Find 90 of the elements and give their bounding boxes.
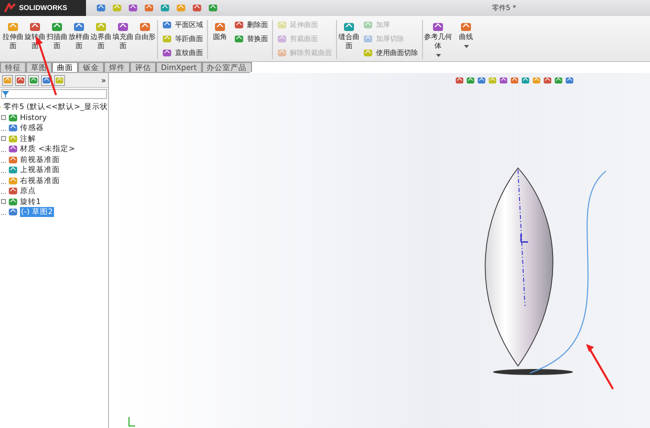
view-tool-icon [521, 76, 530, 85]
view-tool-button[interactable] [554, 76, 563, 85]
toolbar-icon [144, 3, 154, 13]
panel-tab-icon [55, 76, 64, 84]
tool-icon [51, 21, 63, 33]
feature-icon [8, 112, 18, 123]
tool-icon [162, 48, 172, 58]
tool-icon [139, 21, 151, 33]
toolbar-button[interactable] [128, 3, 138, 13]
toolbar-icon [176, 3, 186, 13]
annotation-arrow [585, 343, 615, 391]
view-tool-icon [565, 76, 574, 85]
toolbar-icon [192, 3, 202, 13]
tool-icon [277, 34, 287, 44]
logo-icon [4, 3, 16, 13]
feature-icon [8, 154, 18, 165]
panel-tab[interactable] [2, 74, 13, 86]
view-tool-button[interactable] [455, 76, 464, 85]
panel-tab-icon [42, 76, 51, 84]
view-tool-button[interactable] [510, 76, 519, 85]
panel-tab-icon [16, 76, 25, 84]
tool-icon [363, 48, 373, 58]
filter-field[interactable] [1, 89, 107, 99]
toolbar-icon [112, 3, 122, 13]
feature-icon [8, 196, 18, 207]
caret-icon [464, 45, 468, 48]
feature-icon [8, 176, 18, 186]
view-tool-button[interactable] [543, 76, 552, 85]
toolbar-button[interactable] [176, 3, 186, 13]
panel-tab[interactable] [54, 74, 65, 86]
tool-icon [277, 20, 287, 30]
view-tool-icon [455, 76, 464, 85]
toolbar-button[interactable] [160, 3, 170, 13]
tool-icon [277, 48, 287, 58]
feature-icon [8, 123, 18, 134]
panel-tab[interactable] [28, 74, 39, 86]
toolbar-icon [208, 3, 218, 13]
view-tool-icon [477, 76, 486, 85]
expand-icon[interactable] [1, 199, 6, 204]
view-tool-icon [466, 76, 475, 85]
tool-icon [95, 21, 107, 33]
expand-icon[interactable] [1, 136, 6, 142]
view-tool-icon [510, 76, 519, 85]
panel-tab[interactable] [15, 74, 26, 86]
panel-tab-icon [29, 76, 38, 84]
tool-icon [162, 34, 172, 44]
feature-icon [8, 134, 18, 144]
view-tool-icon [543, 76, 552, 85]
view-tool-icon [554, 76, 563, 85]
feature-icon [8, 144, 18, 154]
toolbar-button[interactable] [96, 3, 106, 13]
tool-icon [460, 21, 472, 33]
tool-icon [234, 34, 244, 44]
view-tool-icon [532, 76, 541, 85]
toolbar-button[interactable] [144, 3, 154, 13]
filter-icon [2, 90, 9, 98]
tool-icon [73, 21, 85, 33]
tool-icon [363, 20, 373, 30]
tool-icon [234, 20, 244, 30]
view-tool-icon [488, 76, 497, 85]
feature-icon [8, 186, 18, 196]
view-tool-button[interactable] [532, 76, 541, 85]
feature-icon [8, 207, 18, 218]
view-tool-button[interactable] [477, 76, 486, 85]
tool-icon [214, 21, 226, 33]
view-tool-icon [499, 76, 508, 85]
caret-icon [436, 54, 440, 57]
tool-icon [7, 21, 19, 33]
toolbar-button[interactable] [112, 3, 122, 13]
tool-icon [343, 21, 355, 33]
axis-triad-icon [127, 417, 135, 427]
toolbar-icon [96, 3, 106, 13]
view-tool-button[interactable] [466, 76, 475, 85]
view-tool-button[interactable] [565, 76, 574, 85]
feature-icon [8, 165, 18, 176]
tool-icon [162, 20, 172, 30]
view-tool-button[interactable] [521, 76, 530, 85]
view-tool-button[interactable] [499, 76, 508, 85]
toolbar-button[interactable] [192, 3, 202, 13]
toolbar-button[interactable] [208, 3, 218, 13]
tool-icon [432, 21, 444, 33]
toolbar-icon [128, 3, 138, 13]
tool-icon [29, 21, 41, 33]
panel-tab-icon [3, 76, 12, 84]
tool-icon [363, 34, 373, 44]
toolbar-icon [160, 3, 170, 13]
tool-icon [117, 21, 129, 33]
view-tool-button[interactable] [488, 76, 497, 85]
expand-icon[interactable] [1, 115, 6, 120]
expand-button[interactable]: » [101, 76, 106, 84]
